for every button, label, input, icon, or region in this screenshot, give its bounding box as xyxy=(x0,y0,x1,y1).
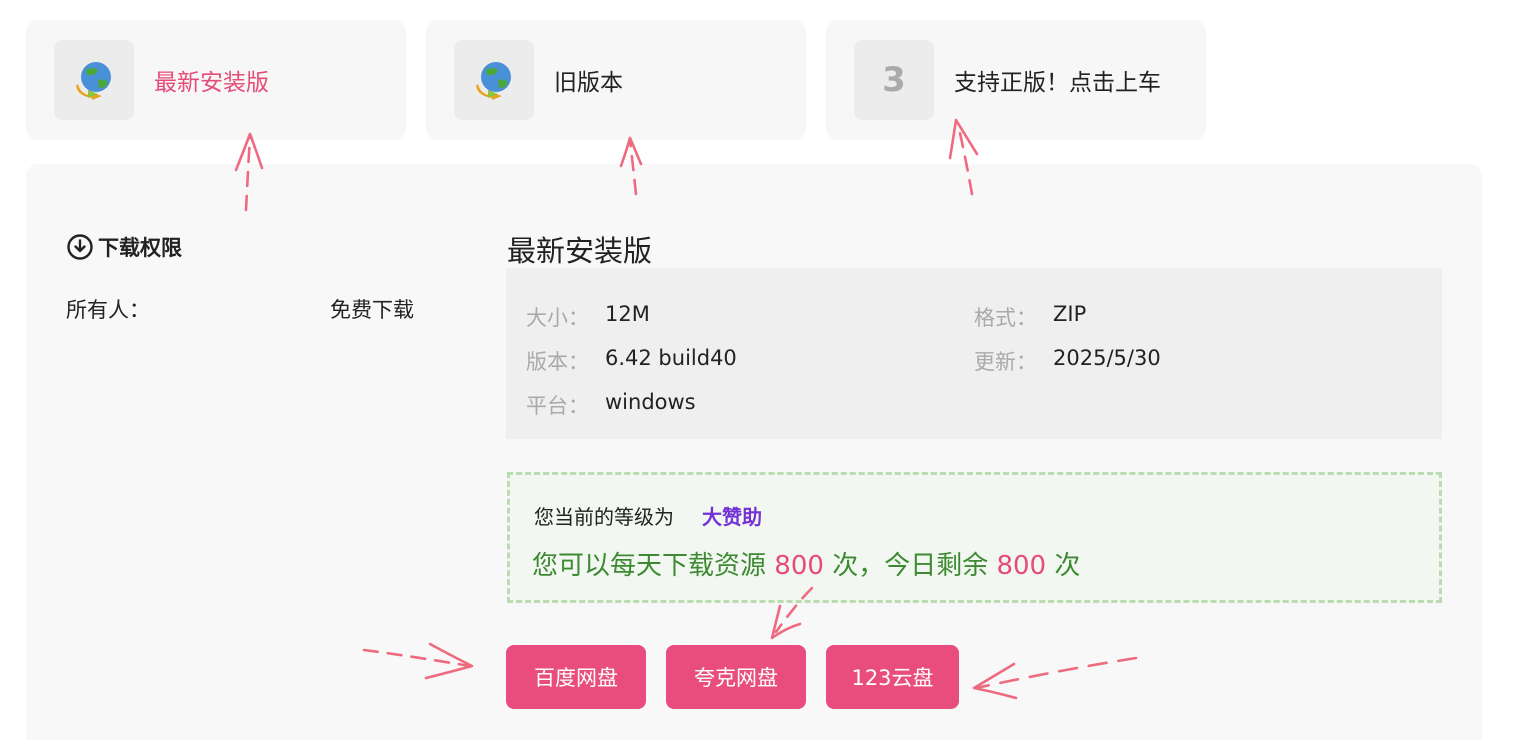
tab-number-badge: 3 xyxy=(882,60,906,100)
quota-suffix: 次 xyxy=(1054,551,1081,581)
tab-icon-box xyxy=(454,40,534,120)
info-format: 格式： ZIP xyxy=(974,302,1086,332)
quota-line: 您可以每天下载资源 800 次，今日剩余 800 次 xyxy=(532,545,1080,582)
info-key: 更新： xyxy=(974,350,1037,374)
info-key: 版本： xyxy=(526,350,589,374)
info-value: 6.42 build40 xyxy=(605,346,737,370)
detail-title: 最新安装版 xyxy=(507,234,653,268)
permissions-audience: 所有人： xyxy=(66,298,150,322)
download-circle-icon xyxy=(67,234,93,260)
permissions-heading: 下载权限 xyxy=(66,232,182,262)
tab-icon-box: 3 xyxy=(854,40,934,120)
download-page: 最新安装版 旧版本 3 支持正版！点击上车 下载权限 所有人： 免费下载 最新安… xyxy=(0,0,1522,740)
baidu-pan-button[interactable]: 百度网盘 xyxy=(506,645,646,709)
info-size: 大小： 12M xyxy=(526,302,650,332)
info-key: 格式： xyxy=(974,306,1037,330)
tab-latest-installer[interactable]: 最新安装版 xyxy=(26,20,406,140)
quota-prefix: 您可以每天下载资源 xyxy=(532,551,767,581)
tab-label: 旧版本 xyxy=(554,70,623,96)
123-pan-button[interactable]: 123云盘 xyxy=(826,645,959,709)
user-level-box: 您当前的等级为 大赞助 您可以每天下载资源 800 次，今日剩余 800 次 xyxy=(507,472,1442,603)
info-value: ZIP xyxy=(1053,302,1087,326)
tab-support-genuine[interactable]: 3 支持正版！点击上车 xyxy=(826,20,1206,140)
info-updated: 更新： 2025/5/30 xyxy=(974,346,1161,376)
info-value: 12M xyxy=(605,302,650,326)
info-key: 大小： xyxy=(526,306,589,330)
tab-icon-box xyxy=(54,40,134,120)
quota-daily: 800 xyxy=(774,551,824,581)
idm-globe-icon xyxy=(476,62,511,100)
tab-label: 最新安装版 xyxy=(154,70,269,96)
level-line: 您当前的等级为 大赞助 xyxy=(534,501,762,530)
quota-remaining: 800 xyxy=(996,551,1047,581)
info-key: 平台： xyxy=(526,394,589,418)
tab-old-versions[interactable]: 旧版本 xyxy=(426,20,806,140)
info-value: 2025/5/30 xyxy=(1053,346,1161,370)
permissions-value: 免费下载 xyxy=(330,298,414,322)
quota-mid: 次，今日剩余 xyxy=(832,551,989,581)
file-info-box: 大小： 12M 格式： ZIP 版本： 6.42 build40 更新： 202… xyxy=(506,268,1442,439)
idm-globe-icon xyxy=(76,62,111,100)
info-version: 版本： 6.42 build40 xyxy=(526,346,737,376)
level-name: 大赞助 xyxy=(702,505,762,529)
quark-pan-button[interactable]: 夸克网盘 xyxy=(666,645,806,709)
permissions-title: 下载权限 xyxy=(98,236,182,260)
info-platform: 平台： windows xyxy=(526,390,696,420)
tab-label: 支持正版！点击上车 xyxy=(954,70,1161,96)
level-prefix: 您当前的等级为 xyxy=(534,505,674,529)
info-value: windows xyxy=(605,390,696,414)
